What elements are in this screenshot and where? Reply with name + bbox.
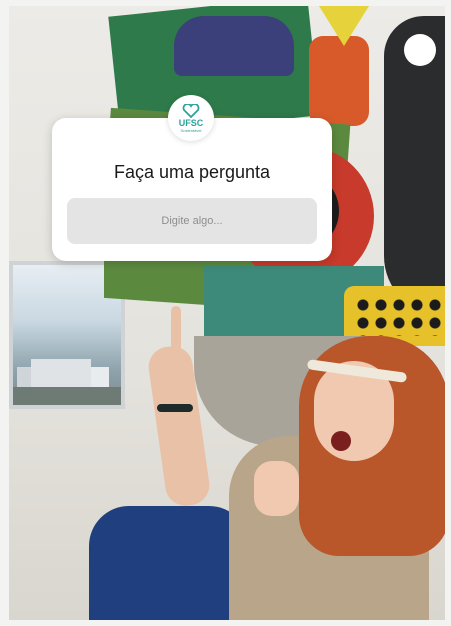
heart-icon [182, 103, 200, 118]
mural-shape [404, 34, 436, 66]
answer-input[interactable]: Digite algo... [67, 198, 317, 244]
story-photo [9, 6, 445, 620]
bracelet [157, 404, 193, 412]
ufsc-logo: UFSC Sustentável [168, 95, 214, 141]
mural-shape [174, 16, 294, 76]
logo-text: UFSC [178, 117, 204, 128]
mouth [331, 431, 351, 451]
chair [89, 506, 249, 620]
hill [13, 387, 121, 405]
logo-subtext: Sustentável [180, 127, 202, 133]
pointing-finger [171, 306, 181, 358]
mural-shape [309, 36, 369, 126]
sticker-title: Faça uma pergunta [113, 162, 271, 182]
pointing-hand [254, 461, 299, 516]
